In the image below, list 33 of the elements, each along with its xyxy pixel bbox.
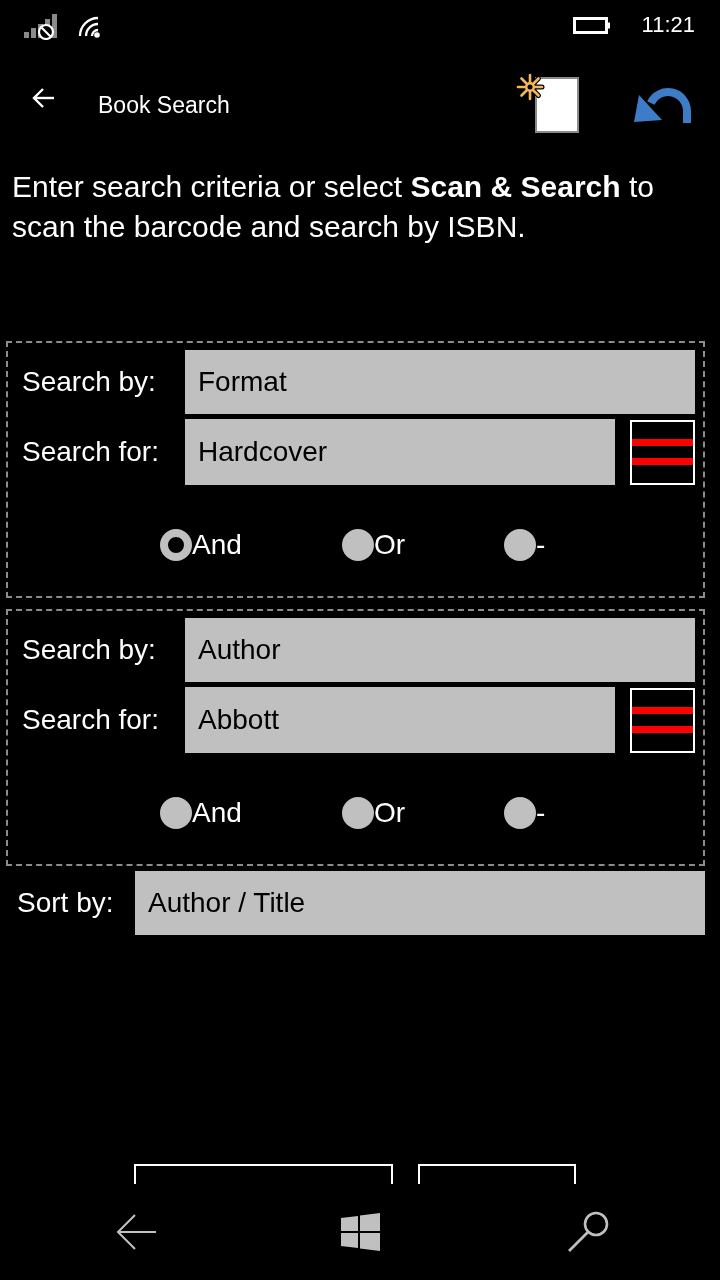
instructions-text: Enter search criteria or select Scan & Search to scan the barcode and search by ISBN. bbox=[12, 169, 655, 245]
search-by-label: Search by: bbox=[22, 366, 156, 398]
page-title: Book Search bbox=[98, 92, 230, 119]
search-for-field[interactable]: Abbott bbox=[185, 687, 615, 753]
search-for-label: Search for: bbox=[22, 704, 159, 736]
operator-radio[interactable]: Or bbox=[342, 797, 406, 829]
operator-radio[interactable]: And bbox=[160, 797, 242, 829]
clock-time: 11:21 bbox=[641, 12, 695, 38]
lines-button[interactable] bbox=[630, 687, 695, 753]
operator-radio[interactable]: - bbox=[504, 797, 546, 829]
search-for-field[interactable]: Hardcover bbox=[185, 419, 615, 485]
operator-radio[interactable]: - bbox=[504, 529, 546, 561]
sort-by-field[interactable]: Author / Title bbox=[135, 871, 705, 935]
search-icon[interactable] bbox=[567, 1211, 609, 1253]
window-panes-icon[interactable] bbox=[341, 1213, 380, 1251]
search-by-field[interactable]: Author bbox=[185, 618, 695, 682]
back-icon[interactable] bbox=[116, 1214, 156, 1250]
operator-radio[interactable]: And bbox=[160, 529, 242, 561]
new-page-icon[interactable] bbox=[516, 73, 580, 134]
back-icon[interactable] bbox=[32, 87, 55, 108]
partial-button[interactable] bbox=[418, 1164, 576, 1184]
sort-by-label: Sort by: bbox=[17, 887, 114, 919]
double-line-icon bbox=[632, 707, 693, 733]
search-for-label: Search for: bbox=[22, 436, 159, 468]
double-line-icon bbox=[632, 439, 693, 465]
battery-icon bbox=[572, 16, 610, 34]
lines-button[interactable] bbox=[630, 419, 695, 485]
partial-button[interactable] bbox=[134, 1164, 393, 1184]
search-by-label: Search by: bbox=[22, 634, 156, 666]
signal-icon bbox=[24, 14, 58, 40]
operator-radio[interactable]: Or bbox=[342, 529, 406, 561]
undo-icon[interactable] bbox=[634, 86, 692, 123]
search-by-field[interactable]: Format bbox=[185, 350, 695, 414]
